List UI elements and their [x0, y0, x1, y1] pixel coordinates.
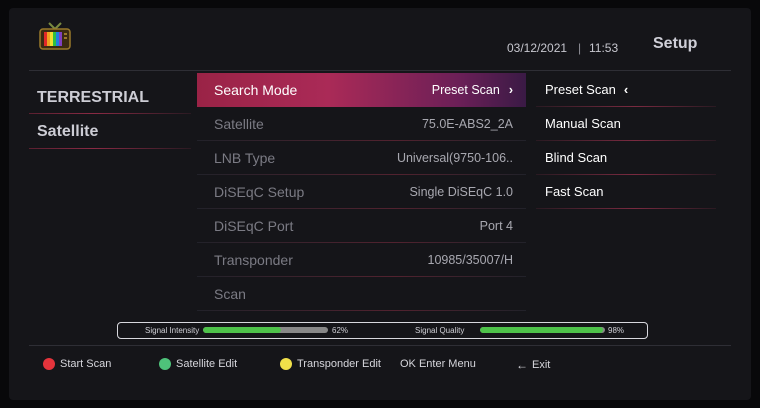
- satellite-edit-hint[interactable]: Satellite Edit: [159, 358, 237, 370]
- signal-quality-label: Signal Quality: [415, 326, 465, 335]
- setting-row-transponder[interactable]: Transponder 10985/35007/H: [197, 243, 526, 277]
- option-label: Preset Scan ‹: [545, 82, 629, 97]
- signal-intensity-value: 62%: [332, 326, 349, 335]
- option-preset-scan[interactable]: Preset Scan ‹: [536, 73, 716, 107]
- setting-label: Transponder: [214, 252, 293, 268]
- ok-enter-menu-hint[interactable]: OK Enter Menu: [400, 358, 476, 370]
- start-scan-hint[interactable]: Start Scan: [43, 358, 111, 370]
- option-manual-scan[interactable]: Manual Scan: [536, 107, 716, 141]
- footer-divider: [29, 345, 731, 346]
- option-blind-scan[interactable]: Blind Scan: [536, 141, 716, 175]
- setting-row-search-mode[interactable]: Search Mode Preset Scan ›: [197, 73, 526, 107]
- option-label: Manual Scan: [545, 116, 621, 131]
- setting-row-lnb-type[interactable]: LNB Type Universal(9750-106..: [197, 141, 526, 175]
- chevron-right-icon: ›: [508, 83, 513, 97]
- setting-row-scan[interactable]: Scan: [197, 277, 526, 311]
- row-divider: [197, 310, 526, 311]
- option-divider: [536, 208, 716, 209]
- signal-status-panel: Signal Intensity 62% Signal Quality 98%: [117, 322, 648, 339]
- left-menu-item-terrestrial[interactable]: TERRESTRIAL: [37, 89, 197, 107]
- ok-enter-menu-label: OK Enter Menu: [400, 358, 476, 370]
- back-arrow-icon: ←: [516, 358, 528, 372]
- option-fast-scan[interactable]: Fast Scan: [536, 175, 716, 209]
- signal-intensity-label: Signal Intensity: [145, 326, 200, 335]
- option-label: Blind Scan: [545, 150, 608, 165]
- green-button-icon: [159, 358, 171, 370]
- signal-quality-fill: [480, 327, 603, 333]
- setting-row-diseqc-port[interactable]: DiSEqC Port Port 4: [197, 209, 526, 243]
- setting-value: Preset Scan ›: [431, 83, 513, 97]
- yellow-button-icon: [280, 358, 292, 370]
- setting-label: Satellite: [214, 116, 264, 132]
- setting-value: Port 4: [479, 219, 513, 233]
- transponder-edit-hint[interactable]: Transponder Edit: [280, 358, 381, 370]
- left-menu-item-satellite[interactable]: Satellite: [37, 123, 197, 141]
- header-separator: |: [578, 41, 582, 55]
- signal-quality-bar: [480, 327, 605, 333]
- signal-intensity-bar: [203, 327, 328, 333]
- setting-row-diseqc-setup[interactable]: DiSEqC Setup Single DiSEqC 1.0: [197, 175, 526, 209]
- setting-label: LNB Type: [214, 150, 276, 166]
- red-button-icon: [43, 358, 55, 370]
- tv-icon: [39, 22, 71, 50]
- header-date: 03/12/2021: [507, 41, 568, 55]
- chevron-left-icon: ‹: [623, 82, 629, 97]
- setting-value: Single DiSEqC 1.0: [409, 185, 513, 199]
- setting-label: Scan: [214, 286, 246, 302]
- start-scan-label: Start Scan: [60, 358, 112, 370]
- setting-label: DiSEqC Setup: [214, 184, 305, 200]
- option-label: Fast Scan: [545, 184, 604, 199]
- setting-value: 10985/35007/H: [427, 253, 514, 267]
- transponder-edit-label: Transponder Edit: [297, 358, 381, 370]
- setting-label: Search Mode: [214, 82, 298, 98]
- signal-quality-value: 98%: [608, 326, 625, 335]
- setting-label: DiSEqC Port: [214, 218, 294, 234]
- signal-intensity-fill: [203, 327, 281, 333]
- header-divider: [29, 70, 731, 71]
- page-title: Setup: [653, 35, 698, 52]
- setting-row-satellite[interactable]: Satellite 75.0E-ABS2_2A: [197, 107, 526, 141]
- satellite-edit-label: Satellite Edit: [176, 358, 238, 370]
- setting-value: Universal(9750-106..: [396, 151, 513, 165]
- exit-label: Exit: [532, 359, 551, 371]
- header-time: 11:53: [589, 41, 619, 55]
- setting-value: 75.0E-ABS2_2A: [421, 117, 513, 131]
- setup-screen: 03/12/2021 | 11:53 Setup TERRESTRIAL Sat…: [9, 8, 751, 400]
- left-menu-divider: [29, 113, 191, 114]
- left-menu-divider: [29, 148, 191, 149]
- exit-hint[interactable]: ← Exit: [516, 358, 550, 372]
